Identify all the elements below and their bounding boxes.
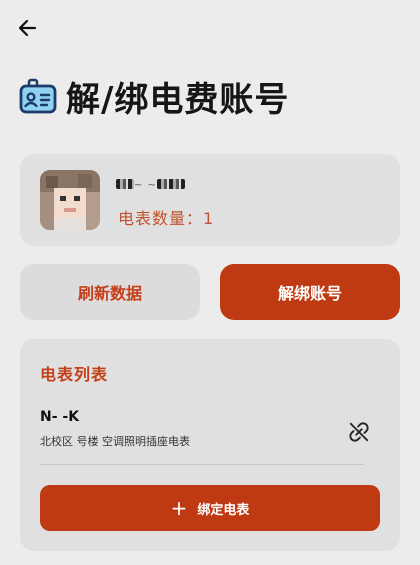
meter-list-title: 电表列表 bbox=[40, 365, 109, 384]
meter-description: 北校区 号楼 空调照明插座电表 bbox=[40, 435, 190, 448]
plus-icon: + bbox=[170, 496, 188, 520]
meter-id: N- -K bbox=[40, 409, 80, 425]
meter-list-item[interactable]: N- -K 北校区 号楼 空调照明插座电表 bbox=[40, 405, 364, 463]
back-button[interactable] bbox=[14, 14, 42, 42]
id-card-icon bbox=[19, 78, 57, 113]
unlink-meter-button[interactable] bbox=[346, 419, 372, 445]
meter-count-label: 电表数量：1 bbox=[118, 209, 215, 228]
action-row: 刷新数据 解绑账号 bbox=[20, 264, 400, 320]
divider bbox=[40, 464, 364, 465]
bind-meter-button[interactable]: + 绑定电表 bbox=[40, 485, 380, 531]
page-title: 解/绑电费账号 bbox=[66, 80, 290, 120]
page-header: 解/绑电费账号 bbox=[18, 72, 289, 121]
avatar bbox=[40, 170, 100, 230]
account-name: ~ ~ bbox=[116, 176, 185, 192]
unbind-account-button[interactable]: 解绑账号 bbox=[220, 264, 400, 320]
refresh-data-button[interactable]: 刷新数据 bbox=[20, 264, 200, 320]
bind-meter-label: 绑定电表 bbox=[197, 502, 250, 518]
account-card: ~ ~ 电表数量：1 bbox=[20, 154, 400, 246]
arrow-left-icon bbox=[18, 19, 37, 37]
unlink-icon bbox=[349, 422, 369, 442]
meter-list-card: 电表列表 N- -K 北校区 号楼 空调照明插座电表 + 绑定电表 bbox=[20, 339, 400, 551]
